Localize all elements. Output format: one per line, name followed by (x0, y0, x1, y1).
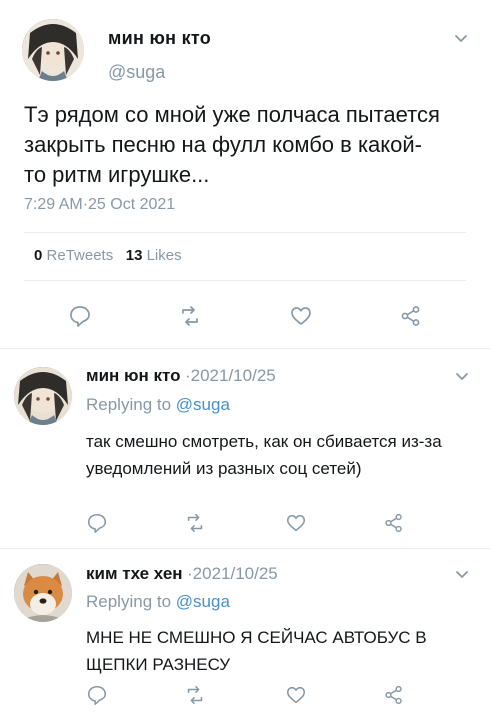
tweet-text: Тэ рядом со мной уже полчаса пытается за… (24, 102, 440, 187)
avatar[interactable] (14, 367, 72, 425)
replying-prefix: Replying to (86, 395, 172, 414)
replying-to: Replying to @suga (86, 395, 230, 415)
avatar[interactable] (14, 564, 72, 622)
avatar-image (14, 564, 72, 622)
heart-icon (291, 307, 311, 325)
avatar-image (14, 367, 72, 425)
author-name[interactable]: ким тхе хен (86, 564, 183, 583)
reply-text: так смешно смотреть, как он сбивается из… (86, 432, 442, 478)
author-name[interactable]: мин юн кто (108, 28, 211, 49)
reply-button[interactable] (86, 684, 108, 706)
like-label[interactable]: Likes (147, 247, 182, 264)
share-button[interactable] (383, 684, 405, 706)
chevron-down-icon[interactable] (455, 370, 469, 384)
author-name[interactable]: мин юн кто (86, 366, 181, 385)
replying-to: Replying to @suga (86, 592, 230, 612)
reply-button[interactable] (86, 512, 108, 534)
replying-prefix: Replying to (86, 592, 172, 611)
author-handle[interactable]: @suga (108, 62, 165, 83)
reply-date[interactable]: ·2021/10/25 (185, 366, 276, 385)
retweet-icon (187, 513, 203, 533)
reply-date[interactable]: ·2021/10/25 (187, 564, 278, 583)
like-button[interactable] (285, 684, 307, 706)
reply-icon (87, 685, 107, 705)
replying-handle-link[interactable]: @suga (176, 592, 230, 611)
like-button[interactable] (289, 304, 313, 328)
share-icon (385, 513, 402, 533)
replying-handle-link[interactable]: @suga (176, 395, 230, 414)
reply-icon (70, 306, 90, 327)
chevron-down-icon[interactable] (455, 568, 469, 582)
share-button[interactable] (399, 304, 423, 328)
retweet-button[interactable] (178, 304, 202, 328)
heart-icon (286, 514, 306, 532)
retweet-button[interactable] (184, 684, 206, 706)
avatar[interactable] (22, 19, 84, 81)
tweet-stats: 0 ReTweets 13 Likes (34, 247, 182, 264)
reply-header: мин юн кто ·2021/10/25 (86, 366, 276, 386)
reply-button[interactable] (68, 304, 92, 328)
share-icon (401, 306, 420, 326)
retweet-button[interactable] (184, 512, 206, 534)
like-count[interactable]: 13 (126, 247, 143, 264)
retweet-count[interactable]: 0 (34, 247, 42, 264)
chevron-down-icon[interactable] (454, 32, 468, 46)
retweet-icon (182, 306, 198, 326)
reply-icon (87, 513, 107, 533)
retweet-label[interactable]: ReTweets (47, 247, 114, 264)
heart-icon (286, 686, 306, 704)
like-button[interactable] (285, 512, 307, 534)
divider (24, 232, 466, 233)
tweet-timestamp[interactable]: 7:29 AM·25 Oct 2021 (24, 196, 175, 214)
reply-text: МНЕ НЕ СМЕШНО Я СЕЙЧАС АВТОБУС В ЩЕПКИ Р… (86, 628, 427, 674)
divider (0, 548, 490, 549)
retweet-icon (187, 685, 203, 705)
reply-header: ким тхе хен ·2021/10/25 (86, 564, 278, 584)
divider (24, 280, 466, 281)
avatar-image (22, 19, 84, 81)
divider (0, 348, 490, 349)
share-button[interactable] (383, 512, 405, 534)
share-icon (385, 685, 402, 705)
